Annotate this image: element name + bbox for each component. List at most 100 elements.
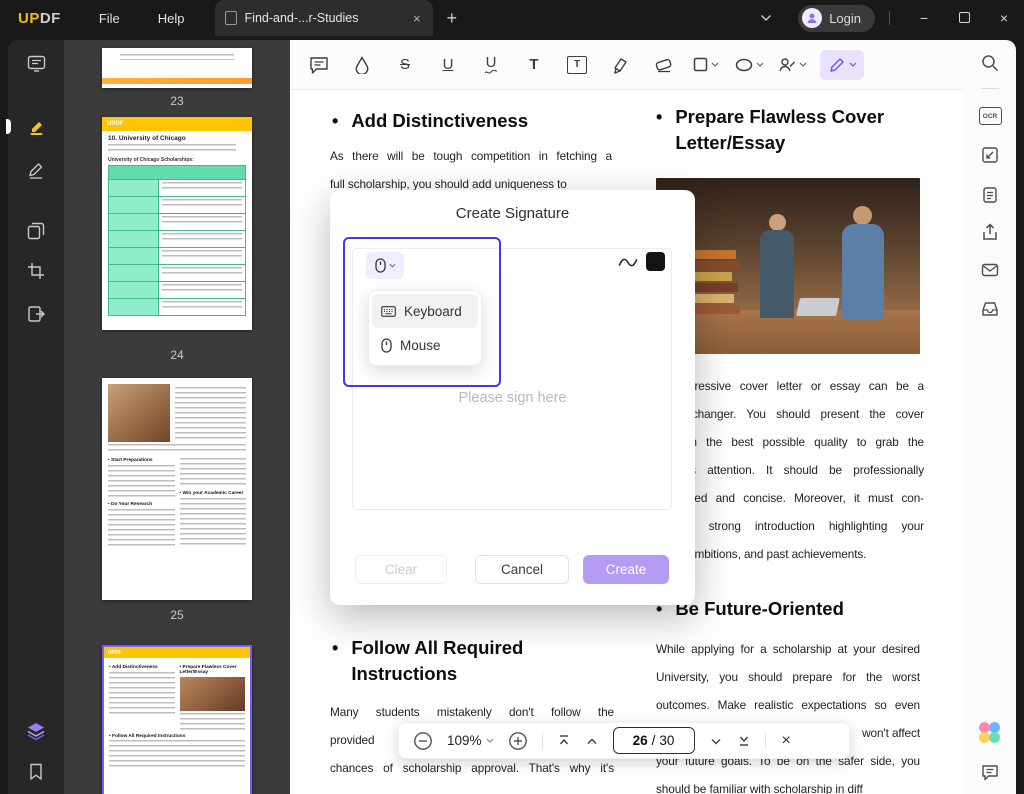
menu-item-keyboard[interactable]: Keyboard: [372, 294, 478, 328]
signature-canvas[interactable]: [352, 248, 672, 510]
thumb-brand-band: UPDF: [102, 117, 252, 131]
mail-button[interactable]: [975, 255, 1005, 285]
organize-pages-button[interactable]: [19, 214, 53, 248]
squiggly-underline-icon: U: [484, 55, 498, 75]
ellipse-tool[interactable]: [734, 50, 764, 80]
heading-text: Be Future-Oriented: [675, 596, 844, 622]
file-icon: [225, 11, 237, 25]
thumb-brand: UPDF: [108, 650, 122, 656]
annotation-toolbar: S U U T T: [290, 40, 964, 90]
heading-text: Follow All Required: [351, 635, 523, 661]
eraser-tool[interactable]: [648, 50, 678, 80]
next-page-button[interactable]: [709, 736, 723, 746]
text-tool[interactable]: T: [519, 50, 549, 80]
current-page: 26: [633, 733, 648, 748]
maximize-button[interactable]: [944, 10, 984, 26]
comment-tool-button[interactable]: [19, 109, 53, 143]
page-thumbnail-24[interactable]: UPDF 10. University of Chicago Universit…: [102, 117, 252, 330]
compress-button[interactable]: [975, 140, 1005, 170]
text-box-tool[interactable]: T: [562, 50, 592, 80]
text-line: As there will be tough competition in fe…: [330, 142, 612, 170]
zoom-value: 109%: [447, 733, 482, 748]
close-button[interactable]: ×: [984, 10, 1024, 26]
clear-button[interactable]: Clear: [355, 555, 447, 584]
page-number-input[interactable]: 26 / 30: [613, 727, 695, 754]
avatar: [802, 8, 822, 28]
zoom-out-button[interactable]: [413, 731, 433, 751]
squiggly-underline-tool[interactable]: U: [476, 50, 506, 80]
thumb-text-lines: [108, 144, 236, 154]
thumb-text-lines: [109, 672, 175, 716]
doc-paragraph-right-2: While applying for a scholarship at your…: [656, 635, 920, 794]
ai-assistant-button[interactable]: [975, 718, 1005, 748]
thumb-text-lines: [180, 458, 247, 488]
zoom-in-button[interactable]: [508, 731, 528, 751]
close-bar-button[interactable]: ×: [782, 732, 791, 750]
caret-down-icon: [486, 738, 494, 743]
maximize-icon: [959, 12, 970, 23]
skip-to-bottom-icon: [737, 734, 751, 747]
extract-pages-button[interactable]: [19, 297, 53, 331]
shapes-tool[interactable]: [691, 50, 721, 80]
signature-pen-tool-active[interactable]: [820, 50, 864, 80]
tab-close-icon[interactable]: ×: [411, 11, 423, 26]
divider: [981, 88, 999, 89]
edit-tool-button[interactable]: [19, 153, 53, 187]
text-line: tted and concise. Moreover, it must con-: [688, 484, 924, 512]
color-swatch-black[interactable]: [646, 252, 665, 271]
save-box-button[interactable]: [975, 293, 1005, 323]
chevron-up-icon: [585, 736, 599, 746]
bookmark-panel-button[interactable]: [19, 755, 53, 789]
thumb-text-lines: [175, 387, 246, 439]
highlight-tool[interactable]: [347, 50, 377, 80]
page-thumbnail-23[interactable]: [102, 48, 252, 88]
comment-tool[interactable]: [304, 50, 334, 80]
input-mode-dropdown[interactable]: [366, 252, 404, 279]
photo-laptop: [796, 298, 840, 316]
reader-panel-button[interactable]: [19, 46, 53, 80]
document-tab[interactable]: Find-and-...r-Studies ×: [215, 0, 433, 36]
layers-panel-button[interactable]: [19, 714, 53, 748]
create-button[interactable]: Create: [583, 555, 669, 584]
thumb-table: [108, 165, 246, 316]
photo-person-2-body: [842, 224, 884, 320]
new-tab-button[interactable]: +: [447, 9, 458, 27]
menu-item-mouse[interactable]: Mouse: [372, 328, 478, 362]
first-page-button[interactable]: [557, 734, 571, 747]
thumb-text-lines: [108, 444, 246, 453]
strikethrough-tool[interactable]: S: [390, 50, 420, 80]
underline-tool[interactable]: U: [433, 50, 463, 80]
zoom-pagination-bar: 109% 26 / 30 ×: [398, 722, 850, 759]
stamp-signature-tool[interactable]: [777, 50, 807, 80]
photo-person-1-body: [760, 230, 794, 318]
page-thumbnail-25[interactable]: • Start Preparations • Do Your Research …: [102, 378, 252, 600]
search-button[interactable]: [975, 48, 1005, 78]
thumb-orange-band: [102, 78, 252, 84]
last-page-button[interactable]: [737, 734, 751, 747]
previous-page-button[interactable]: [585, 736, 599, 746]
caret-down-icon: [849, 62, 857, 67]
login-button[interactable]: Login: [798, 5, 875, 32]
highlighter-icon: [27, 117, 46, 136]
ink-drop-icon: [354, 56, 370, 74]
share-icon: [981, 223, 999, 241]
feedback-button[interactable]: [975, 757, 1005, 787]
menu-help[interactable]: Help: [158, 11, 185, 26]
stroke-style-button[interactable]: [618, 256, 638, 269]
thumb-micro-heading: • Start Preparations: [108, 458, 175, 463]
share-button[interactable]: [975, 217, 1005, 247]
ocr-button[interactable]: OCR: [975, 101, 1005, 131]
zoom-level-dropdown[interactable]: 109%: [447, 733, 494, 748]
signature-pen-icon: [828, 56, 846, 74]
page-thumbnail-26-selected[interactable]: UPDF • Add Distinctiveness • Prepare Fla…: [102, 645, 252, 794]
minus-circle-icon: [413, 731, 433, 751]
menu-file[interactable]: File: [99, 11, 120, 26]
thumb-text-lines: [108, 465, 175, 499]
cancel-button[interactable]: Cancel: [475, 555, 569, 584]
crop-tool-button[interactable]: [19, 254, 53, 288]
convert-button[interactable]: [975, 180, 1005, 210]
tabs-dropdown-chevron[interactable]: [760, 14, 772, 22]
pencil-tool[interactable]: [605, 50, 635, 80]
minimize-button[interactable]: −: [904, 10, 944, 26]
text-line: -changer. You should present the cover: [688, 400, 924, 428]
